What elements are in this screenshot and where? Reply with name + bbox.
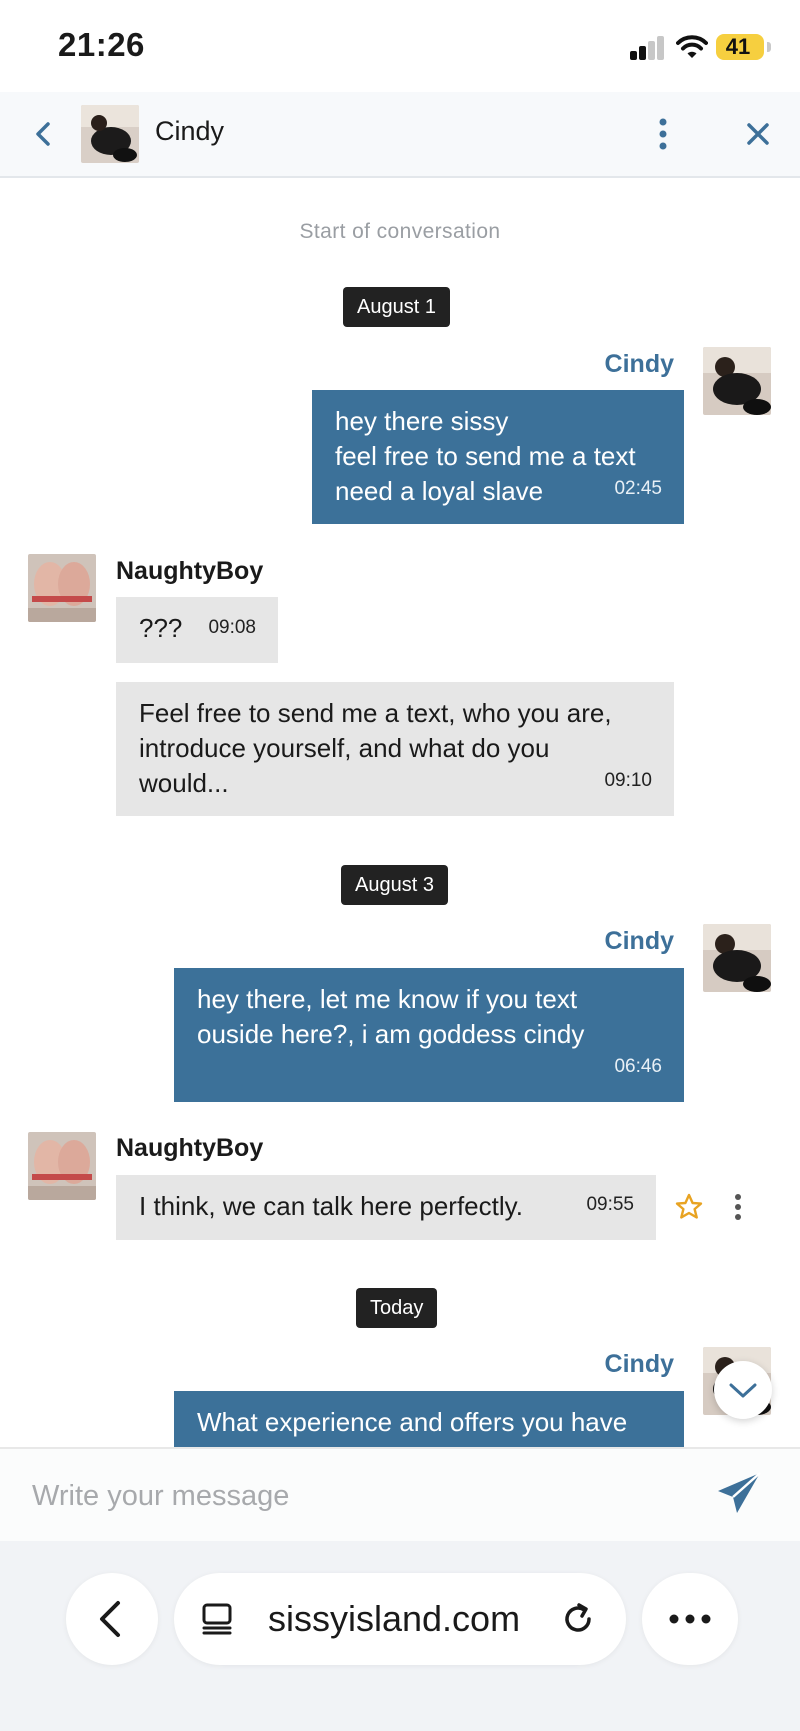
message-sender: Cindy	[604, 350, 674, 378]
message-input[interactable]	[30, 1471, 634, 1521]
tab-icon	[202, 1603, 232, 1635]
message-text: hey there sissy feel free to send me a t…	[335, 406, 636, 506]
message-sender: NaughtyBoy	[116, 1134, 264, 1162]
message-bubble[interactable]: I think, we can talk here perfectly. 09:…	[116, 1175, 656, 1240]
chevron-left-icon	[36, 122, 50, 146]
browser-more-button[interactable]	[642, 1573, 738, 1665]
message-bubble[interactable]: Feel free to send me a text, who you are…	[116, 682, 674, 816]
message-options-button[interactable]	[728, 1190, 748, 1224]
message-time: 06:46	[614, 1056, 662, 1077]
chat-header: Cindy	[0, 92, 800, 178]
status-time: 21:26	[58, 26, 145, 63]
message-bubble[interactable]: hey there sissy feel free to send me a t…	[312, 390, 684, 524]
message-time: 09:08	[208, 617, 256, 638]
date-separator: August 1	[343, 287, 450, 327]
battery-level: 41	[725, 34, 751, 59]
close-icon	[747, 123, 769, 145]
cellular-signal-icon	[630, 36, 666, 60]
message-sender: Cindy	[604, 1350, 674, 1378]
start-of-conversation-note: Start of conversation	[299, 220, 501, 243]
more-horizontal-icon	[669, 1614, 711, 1624]
message-bubble[interactable]: What experience and offers you have	[174, 1391, 684, 1447]
send-icon	[718, 1472, 761, 1513]
message-time: 09:10	[604, 770, 652, 791]
chevron-left-icon	[100, 1601, 120, 1637]
date-separator: Today	[356, 1288, 438, 1328]
wifi-icon	[676, 34, 708, 60]
scroll-to-bottom-button[interactable]	[714, 1361, 772, 1419]
battery-indicator: 41	[716, 34, 771, 60]
message-bubble[interactable]: ??? 09:08	[116, 597, 278, 663]
message-time: 09:55	[586, 1194, 634, 1215]
reload-icon[interactable]	[558, 1599, 598, 1639]
star-icon	[675, 1193, 703, 1219]
message-text: hey there, let me know if you text ousid…	[197, 984, 585, 1049]
favorite-message-button[interactable]	[674, 1192, 704, 1222]
date-separator: August 3	[341, 865, 448, 905]
close-button[interactable]	[740, 114, 776, 154]
conversation-menu-button[interactable]	[648, 110, 678, 158]
page-url[interactable]: sissyisland.com	[268, 1598, 520, 1640]
status-bar: 21:26 41	[0, 0, 800, 92]
sender-avatar[interactable]	[28, 1132, 96, 1200]
more-vertical-icon	[659, 118, 667, 150]
browser-back-button[interactable]	[66, 1573, 158, 1665]
send-button[interactable]	[716, 1471, 762, 1517]
message-text: Feel free to send me a text, who you are…	[139, 698, 612, 798]
chevron-down-icon	[729, 1383, 757, 1398]
sender-avatar[interactable]	[28, 554, 96, 622]
message-text: I think, we can talk here perfectly.	[139, 1191, 523, 1221]
message-sender: NaughtyBoy	[116, 557, 264, 585]
contact-avatar[interactable]	[81, 105, 139, 163]
more-vertical-icon	[735, 1194, 741, 1220]
sender-avatar[interactable]	[703, 347, 771, 415]
contact-name: Cindy	[155, 116, 225, 146]
message-time: 02:45	[614, 478, 662, 499]
sender-avatar[interactable]	[703, 924, 771, 992]
message-bubble[interactable]: hey there, let me know if you text ousid…	[174, 968, 684, 1102]
message-sender: Cindy	[604, 927, 674, 955]
message-composer	[0, 1447, 800, 1543]
message-text: What experience and offers you have	[197, 1407, 628, 1437]
back-button[interactable]	[26, 114, 62, 154]
